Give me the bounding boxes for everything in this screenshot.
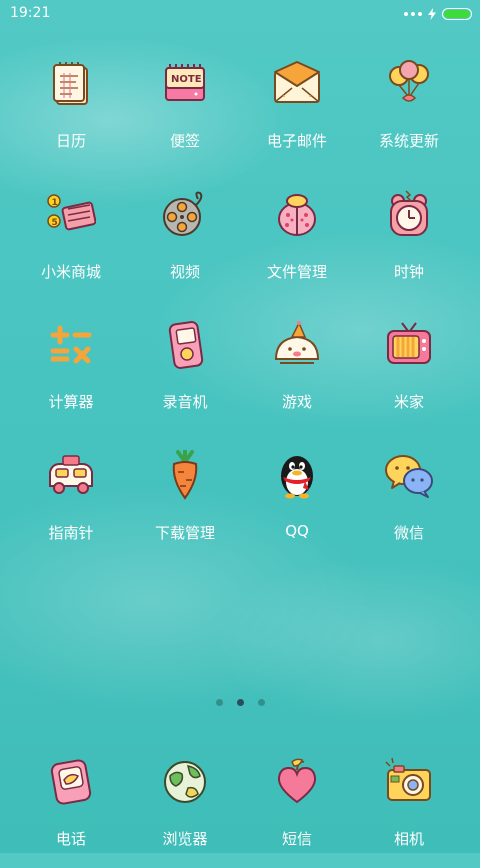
alarm-clock-icon [384,189,434,239]
battery-icon [442,8,472,20]
status-time: 19:21 [10,5,51,21]
carrot-icon [160,448,210,500]
app-label: 录音机 [162,393,208,411]
app-label: 系统更新 [378,132,439,150]
balloons-icon [384,58,434,108]
app-system-update[interactable]: 系统更新 [354,50,464,170]
envelope-icon [272,58,322,108]
dock-browser[interactable]: 浏览器 [130,748,240,868]
camera-icon [384,756,434,806]
status-icons [404,6,472,22]
signal-dots-icon [404,12,422,16]
app-label: 日历 [55,132,86,150]
app-label: 游戏 [281,393,312,411]
app-calculator[interactable]: 计算器 [16,311,126,431]
film-reel-icon [160,189,210,239]
penguin-icon [272,450,322,500]
app-label: 小米商城 [40,263,101,281]
phone-icon [46,756,96,806]
app-email[interactable]: 电子邮件 [242,50,352,170]
app-downloads[interactable]: 下载管理 [130,442,240,562]
app-label: 浏览器 [162,830,208,848]
app-compass[interactable]: 指南针 [16,442,126,562]
app-label: 相机 [393,830,424,848]
app-label: 下载管理 [154,524,215,542]
svg-text:1: 1 [52,198,58,208]
tv-icon [384,319,434,369]
calculator-symbols-icon [46,319,96,369]
app-mijia[interactable]: 米家 [354,311,464,431]
page-dot-active[interactable] [236,699,244,706]
app-video[interactable]: 视频 [130,181,240,301]
page-dot[interactable] [257,699,265,706]
svg-text:5: 5 [52,218,58,228]
app-file-manager[interactable]: 文件管理 [242,181,352,301]
page-dot[interactable] [215,699,223,706]
car-icon [46,450,96,500]
app-games[interactable]: 游戏 [242,311,352,431]
dock-messages[interactable]: 短信 [242,748,352,868]
ladybug-icon [272,189,322,239]
note-pad-icon: NOTE [160,58,210,108]
heart-icon [272,756,322,806]
recorder-icon [160,319,210,369]
chat-bubbles-icon [384,450,434,500]
charging-bolt-icon [428,8,436,20]
app-label: 便签 [169,132,200,150]
calendar-notepad-icon [46,58,96,108]
app-clock[interactable]: 时钟 [354,181,464,301]
app-label: 短信 [281,830,312,848]
app-label: 时钟 [393,263,424,281]
status-bar: 19:21 [0,0,480,28]
app-label: 电子邮件 [266,132,327,150]
party-bird-icon [272,319,322,369]
app-label: 指南针 [48,524,94,542]
app-qq[interactable]: QQ [242,442,352,562]
app-calendar[interactable]: 日历 [16,50,126,170]
dock-phone[interactable]: 电话 [16,748,126,868]
app-recorder[interactable]: 录音机 [130,311,240,431]
app-label: 文件管理 [266,263,327,281]
dock-camera[interactable]: 相机 [354,748,464,868]
app-wechat[interactable]: 微信 [354,442,464,562]
app-label: 微信 [393,524,424,542]
cash-coins-icon: 1 5 [46,189,97,239]
page-indicator [0,699,480,706]
dock: 电话 浏览器 短信 相机 [0,748,480,853]
app-label: 计算器 [48,393,94,411]
svg-text:NOTE: NOTE [171,74,202,85]
app-label: 米家 [393,393,424,411]
globe-icon [160,756,210,806]
app-mi-store[interactable]: 1 5 小米商城 [16,181,126,301]
app-notes[interactable]: NOTE 便签 [130,50,240,170]
app-label: 视频 [169,263,200,281]
app-label: 电话 [55,830,86,848]
app-label: QQ [285,522,309,540]
